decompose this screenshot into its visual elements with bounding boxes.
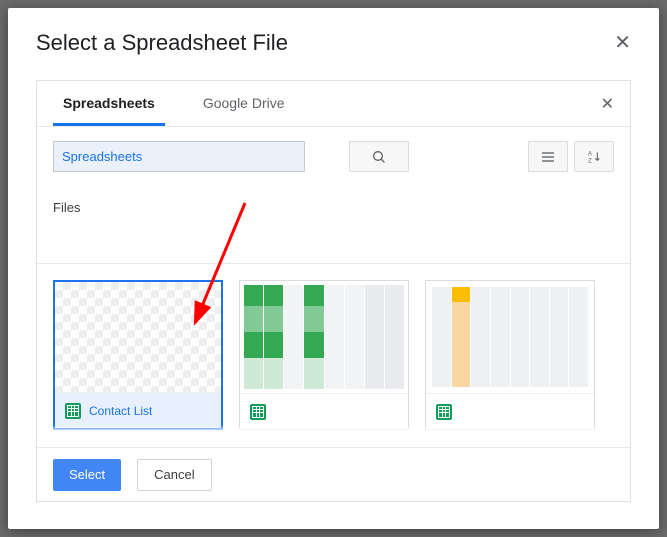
- file-card[interactable]: Contact List: [53, 280, 223, 430]
- tab-bar: Spreadsheets Google Drive ✕: [37, 81, 630, 127]
- select-button[interactable]: Select: [53, 459, 121, 491]
- file-footer: Contact List: [55, 392, 221, 428]
- file-name: Contact List: [89, 404, 152, 418]
- file-picker-dialog: Select a Spreadsheet File ✕ Spreadsheets…: [8, 8, 659, 529]
- view-toggle-group: AZ: [528, 141, 614, 172]
- sort-az-button[interactable]: AZ: [574, 141, 614, 172]
- file-card[interactable]: [425, 280, 595, 430]
- svg-text:A: A: [588, 151, 592, 157]
- sheets-icon: [250, 404, 266, 420]
- tab-google-drive[interactable]: Google Drive: [193, 81, 295, 126]
- list-view-button[interactable]: [528, 141, 568, 172]
- search-button[interactable]: [349, 141, 409, 172]
- search-icon: [371, 149, 387, 165]
- cancel-button[interactable]: Cancel: [137, 459, 211, 491]
- list-icon: [540, 149, 556, 165]
- toolbar: AZ: [37, 127, 630, 186]
- files-scroll-area[interactable]: Contact List: [37, 263, 630, 447]
- search-input[interactable]: [53, 141, 305, 172]
- close-icon: ✕: [614, 32, 631, 54]
- close-icon: ✕: [601, 96, 614, 113]
- picker-panel: Spreadsheets Google Drive ✕ AZ Files: [36, 80, 631, 502]
- file-card[interactable]: [239, 280, 409, 430]
- sheets-icon: [65, 403, 81, 419]
- dialog-title: Select a Spreadsheet File: [36, 30, 288, 56]
- picker-close-button[interactable]: ✕: [601, 94, 614, 114]
- tab-spreadsheets[interactable]: Spreadsheets: [53, 81, 165, 126]
- sheets-icon: [436, 404, 452, 420]
- dialog-close-button[interactable]: ✕: [614, 33, 631, 53]
- watermark: wsxdn.com: [604, 520, 657, 531]
- file-thumbnail: [240, 281, 408, 393]
- sort-az-icon: AZ: [586, 149, 602, 165]
- file-thumbnail: [55, 282, 221, 392]
- svg-text:Z: Z: [588, 158, 592, 164]
- action-bar: Select Cancel: [37, 447, 630, 501]
- file-footer: [240, 393, 408, 429]
- file-footer: [426, 393, 594, 429]
- file-thumbnail: [426, 281, 594, 393]
- files-grid: Contact List: [53, 264, 622, 430]
- dialog-header: Select a Spreadsheet File ✕: [8, 8, 659, 64]
- files-section-label: Files: [37, 186, 630, 221]
